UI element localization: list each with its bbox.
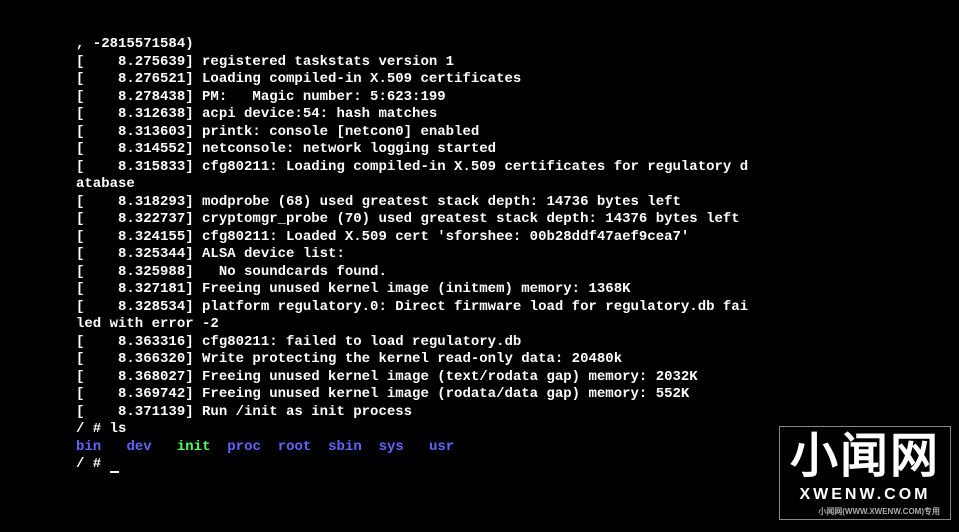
kernel-log-line: [ 8.322737] cryptomgr_probe (70) used gr…: [76, 211, 959, 229]
kernel-log-line: [ 8.371139] Run /init as init process: [76, 404, 959, 422]
kernel-log-line: [ 8.368027] Freeing unused kernel image …: [76, 369, 959, 387]
ls-entry-bin: bin: [76, 439, 101, 455]
kernel-log-line: [ 8.328534] platform regulatory.0: Direc…: [76, 299, 959, 317]
kernel-log-line: [ 8.315833] cfg80211: Loading compiled-i…: [76, 159, 959, 177]
ls-entry-sbin: sbin: [328, 439, 362, 455]
watermark-sub-text: 小闻网(WWW.XWENW.COM)专用: [790, 507, 940, 517]
kernel-log-line: [ 8.369742] Freeing unused kernel image …: [76, 386, 959, 404]
kernel-log-line: [ 8.313603] printk: console [netcon0] en…: [76, 124, 959, 142]
kernel-log-line: [ 8.318293] modprobe (68) used greatest …: [76, 194, 959, 212]
watermark-box: 小闻网 XWENW.COM 小闻网(WWW.XWENW.COM)专用: [779, 426, 951, 520]
terminal-output: , -2815571584)[ 8.275639] registered tas…: [76, 36, 959, 474]
kernel-log-line: [ 8.327181] Freeing unused kernel image …: [76, 281, 959, 299]
ls-entry-root: root: [278, 439, 312, 455]
ls-entry-usr: usr: [429, 439, 454, 455]
kernel-log-line: [ 8.278438] PM: Magic number: 5:623:199: [76, 89, 959, 107]
kernel-log-line: [ 8.324155] cfg80211: Loaded X.509 cert …: [76, 229, 959, 247]
watermark-cn-text: 小闻网: [790, 433, 940, 481]
ls-entry-proc: proc: [227, 439, 261, 455]
command-text: ls: [110, 421, 127, 437]
kernel-log-line: [ 8.314552] netconsole: network logging …: [76, 141, 959, 159]
cursor: [110, 471, 119, 473]
kernel-log-line: [ 8.275639] registered taskstats version…: [76, 54, 959, 72]
prompt-symbol: / #: [76, 421, 110, 437]
kernel-log-line: atabase: [76, 176, 959, 194]
kernel-log-line: , -2815571584): [76, 36, 959, 54]
kernel-log-line: [ 8.276521] Loading compiled-in X.509 ce…: [76, 71, 959, 89]
ls-entry-dev: dev: [126, 439, 151, 455]
ls-entry-sys: sys: [379, 439, 404, 455]
kernel-log-line: [ 8.366320] Write protecting the kernel …: [76, 351, 959, 369]
kernel-log-line: [ 8.363316] cfg80211: failed to load reg…: [76, 334, 959, 352]
kernel-log-line: [ 8.312638] acpi device:54: hash matches: [76, 106, 959, 124]
ls-entry-init: init: [177, 439, 211, 455]
watermark-en-text: XWENW.COM: [790, 485, 940, 505]
kernel-log-line: [ 8.325344] ALSA device list:: [76, 246, 959, 264]
prompt-symbol: / #: [76, 456, 110, 472]
kernel-log-line: led with error -2: [76, 316, 959, 334]
kernel-log-line: [ 8.325988] No soundcards found.: [76, 264, 959, 282]
